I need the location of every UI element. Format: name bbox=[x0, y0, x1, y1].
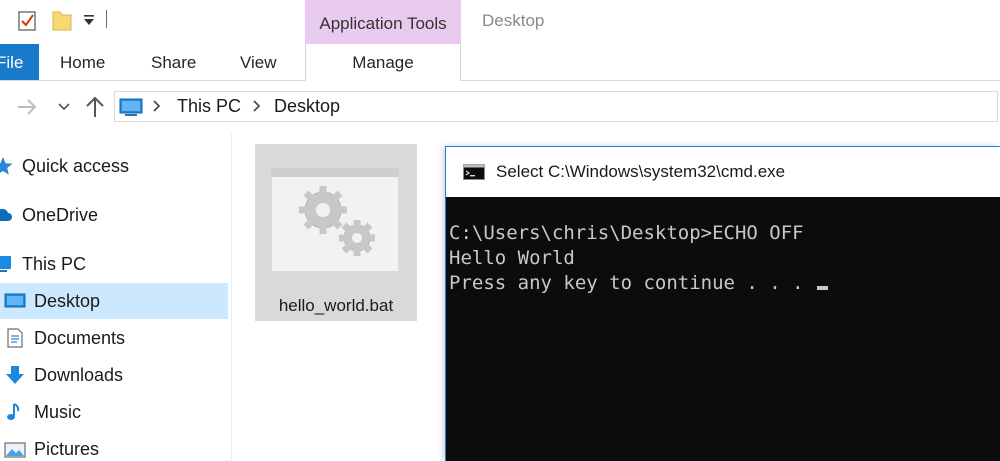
sidebar-item-desktop[interactable]: Desktop bbox=[0, 283, 228, 319]
up-arrow-icon[interactable] bbox=[84, 95, 106, 119]
desktop-folder-icon bbox=[4, 293, 26, 308]
cmd-window[interactable]: Select C:\Windows\system32\cmd.exe C:\Us… bbox=[445, 146, 1000, 461]
computer-icon bbox=[0, 256, 11, 272]
download-arrow-icon bbox=[6, 366, 24, 384]
sidebar-item-this-pc[interactable]: This PC bbox=[0, 246, 228, 282]
sidebar-item-label: OneDrive bbox=[22, 205, 99, 225]
sidebar-item-label: Desktop bbox=[34, 291, 101, 311]
application-tools-label: Application Tools bbox=[319, 14, 447, 33]
sidebar-item-label: Quick access bbox=[22, 156, 130, 176]
tab-home[interactable]: Home bbox=[60, 53, 105, 73]
breadcrumb-chevron-icon[interactable] bbox=[151, 99, 161, 113]
sidebar-item-downloads[interactable]: Downloads bbox=[0, 357, 228, 393]
tab-share[interactable]: Share bbox=[151, 53, 196, 73]
cloud-icon bbox=[0, 208, 12, 221]
sidebar-item-quick-access[interactable]: Quick access bbox=[0, 148, 228, 184]
file-name: hello_world.bat bbox=[278, 296, 394, 315]
console-output[interactable]: C:\Users\chris\Desktop>ECHO OFF Hello Wo… bbox=[446, 197, 1000, 461]
toolbar-separator bbox=[106, 10, 107, 28]
breadcrumb-this-pc[interactable]: This PC bbox=[177, 96, 241, 117]
cmd-window-title: Select C:\Windows\system32\cmd.exe bbox=[496, 162, 786, 181]
text-cursor bbox=[817, 286, 829, 290]
properties-check-icon[interactable] bbox=[18, 9, 36, 31]
this-pc-icon bbox=[119, 98, 143, 116]
window-title: Desktop bbox=[482, 11, 545, 30]
sidebar-item-label: This PC bbox=[22, 254, 87, 274]
sidebar-item-music[interactable]: Music bbox=[0, 394, 228, 430]
navigation-pane: Quick access OneDrive This PC Desktop Do… bbox=[0, 132, 232, 461]
tab-file-label: File bbox=[0, 53, 24, 72]
navigation-bar: This PC Desktop bbox=[0, 82, 1000, 132]
tab-manage-label: Manage bbox=[352, 53, 414, 72]
forward-arrow-icon[interactable] bbox=[16, 98, 38, 116]
cmd-title-bar[interactable]: Select C:\Windows\system32\cmd.exe bbox=[446, 147, 1000, 197]
console-line-text: Press any key to continue . . . bbox=[449, 272, 816, 294]
tab-manage[interactable]: Manage bbox=[305, 44, 461, 81]
sidebar-item-documents[interactable]: Documents bbox=[0, 320, 228, 356]
sidebar-item-onedrive[interactable]: OneDrive bbox=[0, 197, 228, 233]
breadcrumb-desktop[interactable]: Desktop bbox=[274, 96, 340, 117]
sidebar-item-label: Music bbox=[34, 402, 82, 422]
batch-file-gears-icon bbox=[271, 168, 399, 272]
sidebar-item-label: Pictures bbox=[34, 439, 100, 459]
title-bar: Application Tools Desktop bbox=[0, 0, 1000, 44]
sidebar-item-pictures[interactable]: Pictures bbox=[0, 431, 228, 461]
breadcrumb-chevron-icon[interactable] bbox=[251, 99, 261, 113]
address-bar[interactable]: This PC Desktop bbox=[114, 91, 998, 122]
pictures-icon bbox=[4, 442, 26, 458]
command-prompt-icon bbox=[463, 164, 485, 180]
tab-file[interactable]: File bbox=[0, 44, 39, 80]
music-note-icon bbox=[7, 403, 20, 420]
ribbon-tab-bar: File Home Share View Manage bbox=[0, 44, 1000, 81]
sidebar-item-label: Documents bbox=[34, 328, 126, 348]
star-icon bbox=[0, 157, 13, 175]
documents-icon bbox=[7, 328, 23, 348]
console-line: C:\Users\chris\Desktop>ECHO OFF bbox=[449, 222, 804, 244]
customize-toolbar-dropdown-icon[interactable] bbox=[82, 14, 96, 26]
file-item-hello-world-bat[interactable]: hello_world.bat bbox=[255, 144, 417, 321]
console-line: Press any key to continue . . . bbox=[449, 272, 829, 294]
new-folder-icon[interactable] bbox=[52, 9, 72, 31]
sidebar-item-label: Downloads bbox=[34, 365, 124, 385]
application-tools-context-header: Application Tools bbox=[305, 0, 461, 44]
tab-view[interactable]: View bbox=[240, 53, 277, 73]
recent-locations-chevron-icon[interactable] bbox=[58, 102, 70, 112]
console-line: Hello World bbox=[449, 247, 575, 269]
